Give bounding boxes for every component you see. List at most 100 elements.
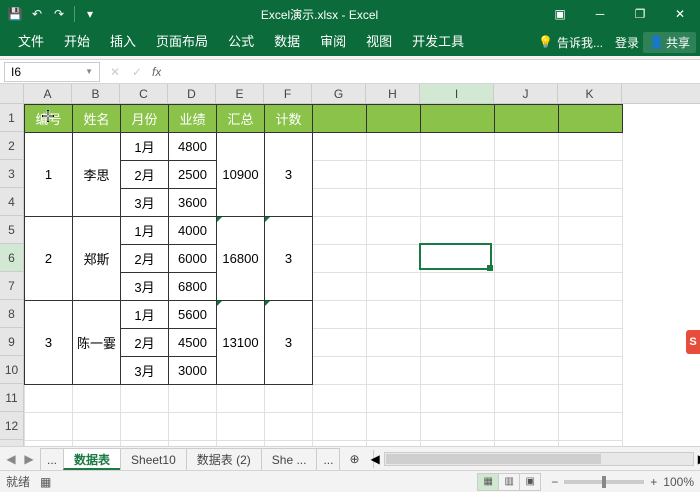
cell[interactable] xyxy=(495,105,559,133)
cell[interactable]: 6800 xyxy=(169,273,217,301)
cell[interactable] xyxy=(367,189,421,217)
cell[interactable] xyxy=(421,301,495,329)
col-header-D[interactable]: D xyxy=(168,84,216,103)
qat-more-icon[interactable]: ▾ xyxy=(81,5,99,23)
zoom-slider-knob[interactable] xyxy=(602,476,606,488)
row-header-8[interactable]: 8 xyxy=(0,300,23,328)
cell[interactable]: 3 xyxy=(265,217,313,301)
row-header-5[interactable]: 5 xyxy=(0,216,23,244)
cell[interactable] xyxy=(495,329,559,357)
cell[interactable] xyxy=(313,105,367,133)
cell[interactable]: 10900 xyxy=(217,133,265,217)
row-header-12[interactable]: 12 xyxy=(0,412,23,440)
cell[interactable] xyxy=(421,189,495,217)
cell[interactable] xyxy=(313,441,367,447)
tell-me[interactable]: 告诉我... xyxy=(557,34,603,51)
view-normal-icon[interactable]: ▦ xyxy=(477,473,499,491)
view-page-break-icon[interactable]: ▣ xyxy=(519,473,541,491)
cell[interactable] xyxy=(313,273,367,301)
col-header-B[interactable]: B xyxy=(72,84,120,103)
sheet-tab-2[interactable]: 数据表 (2) xyxy=(186,448,262,470)
save-icon[interactable]: 💾 xyxy=(6,5,24,23)
row-header-6[interactable]: 6 xyxy=(0,244,23,272)
tab-developer[interactable]: 开发工具 xyxy=(402,28,474,56)
zoom-in-button[interactable]: + xyxy=(650,475,657,489)
cell[interactable]: 月份 xyxy=(121,105,169,133)
cell[interactable] xyxy=(265,413,313,441)
select-all-corner[interactable] xyxy=(0,84,24,104)
cell[interactable]: 1月 xyxy=(121,133,169,161)
sheet-nav-next-icon[interactable]: ▶ xyxy=(22,452,36,466)
cell[interactable]: 2500 xyxy=(169,161,217,189)
cell[interactable] xyxy=(421,441,495,447)
cell[interactable]: 2月 xyxy=(121,245,169,273)
cell[interactable] xyxy=(367,385,421,413)
cell[interactable] xyxy=(217,413,265,441)
cell[interactable] xyxy=(73,413,121,441)
col-header-J[interactable]: J xyxy=(494,84,558,103)
cell[interactable] xyxy=(25,385,73,413)
cell[interactable]: 3月 xyxy=(121,273,169,301)
cell[interactable] xyxy=(313,413,367,441)
cell[interactable]: 13100 xyxy=(217,301,265,385)
cell[interactable] xyxy=(367,329,421,357)
cell[interactable] xyxy=(421,329,495,357)
cell[interactable] xyxy=(495,217,559,245)
cell[interactable] xyxy=(367,357,421,385)
cell[interactable]: 2月 xyxy=(121,329,169,357)
row-header-10[interactable]: 10 xyxy=(0,356,23,384)
column-headers[interactable]: ABCDEFGHIJK xyxy=(24,84,700,104)
cell[interactable]: 5600 xyxy=(169,301,217,329)
col-header-G[interactable]: G xyxy=(312,84,366,103)
cell[interactable] xyxy=(421,217,495,245)
cell[interactable] xyxy=(217,385,265,413)
close-button[interactable]: ✕ xyxy=(660,0,700,28)
cell[interactable] xyxy=(313,161,367,189)
row-header-11[interactable]: 11 xyxy=(0,384,23,412)
restore-button[interactable]: ❐ xyxy=(620,0,660,28)
cell[interactable]: 1月 xyxy=(121,301,169,329)
enter-icon[interactable]: ✓ xyxy=(126,65,148,79)
row-header-3[interactable]: 3 xyxy=(0,160,23,188)
undo-icon[interactable]: ↶ xyxy=(28,5,46,23)
spreadsheet-grid[interactable]: ABCDEFGHIJK 12345678910111213 编号姓名月份业绩汇总… xyxy=(0,84,700,446)
cell[interactable] xyxy=(559,245,623,273)
cell[interactable] xyxy=(495,301,559,329)
sheet-tab-0[interactable]: 数据表 xyxy=(63,448,121,470)
cell[interactable] xyxy=(367,441,421,447)
cell[interactable] xyxy=(495,189,559,217)
col-header-A[interactable]: A xyxy=(24,84,72,103)
cell[interactable]: 3 xyxy=(25,301,73,385)
cell[interactable] xyxy=(367,301,421,329)
cell[interactable] xyxy=(559,329,623,357)
row-header-4[interactable]: 4 xyxy=(0,188,23,216)
cell[interactable] xyxy=(367,133,421,161)
col-header-C[interactable]: C xyxy=(120,84,168,103)
cell[interactable] xyxy=(121,441,169,447)
row-header-1[interactable]: 1 xyxy=(0,104,23,132)
cell[interactable]: 3600 xyxy=(169,189,217,217)
cell[interactable]: 1月 xyxy=(121,217,169,245)
col-header-H[interactable]: H xyxy=(366,84,420,103)
cell[interactable]: 1 xyxy=(25,133,73,217)
side-panel-tab[interactable]: S xyxy=(686,330,700,354)
cell[interactable] xyxy=(313,357,367,385)
tab-page-layout[interactable]: 页面布局 xyxy=(146,28,218,56)
row-header-9[interactable]: 9 xyxy=(0,328,23,356)
cell[interactable] xyxy=(367,217,421,245)
cell[interactable] xyxy=(421,161,495,189)
view-page-layout-icon[interactable]: ▥ xyxy=(498,473,520,491)
cell[interactable] xyxy=(559,413,623,441)
name-box[interactable]: I6 ▼ xyxy=(4,62,100,82)
cell[interactable] xyxy=(559,105,623,133)
cell[interactable] xyxy=(421,385,495,413)
cell[interactable] xyxy=(265,385,313,413)
cancel-icon[interactable]: ✕ xyxy=(104,65,126,79)
tab-data[interactable]: 数据 xyxy=(264,28,310,56)
cell[interactable]: 16800 xyxy=(217,217,265,301)
sheet-nav-prev-icon[interactable]: ◀ xyxy=(4,452,18,466)
cell[interactable] xyxy=(121,413,169,441)
cell[interactable] xyxy=(421,245,495,273)
cell[interactable] xyxy=(313,245,367,273)
cell[interactable]: 4000 xyxy=(169,217,217,245)
